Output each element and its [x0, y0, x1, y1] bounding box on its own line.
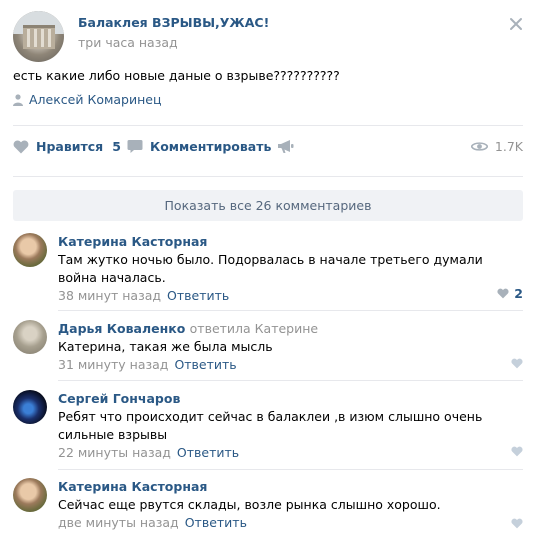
comment-text: Катерина, такая же была мысль: [58, 339, 273, 354]
comment-author[interactable]: Дарья Коваленко ответила Катерине: [58, 320, 523, 338]
views-counter: 1.7K: [470, 139, 523, 154]
like-label: Нравится: [36, 139, 104, 154]
divider: [13, 125, 523, 126]
post-header: Балаклея ВЗРЫВЫ,УЖАС! три часа назад: [13, 11, 523, 62]
comment-time[interactable]: 31 минуту назад: [58, 357, 168, 372]
comment-text: Сейчас еще рвутся склады, возле рынка сл…: [58, 497, 441, 512]
comment-time[interactable]: 22 минуты назад: [58, 445, 171, 460]
heart-icon: [497, 288, 509, 299]
comment-meta: две минуты назад Ответить: [58, 514, 523, 532]
like-button[interactable]: Нравится 5: [13, 139, 121, 154]
comment-label: Комментировать: [150, 139, 272, 154]
comment-like-button[interactable]: [511, 446, 523, 457]
comment-meta: 38 минут назад Ответить: [58, 287, 523, 305]
divider: [58, 380, 523, 381]
avatar[interactable]: [13, 320, 47, 354]
comment-button[interactable]: Комментировать: [127, 139, 271, 154]
comment-meta: 22 минуты назад Ответить: [58, 444, 523, 462]
comment-author[interactable]: Катерина Касторная: [58, 233, 523, 251]
group-name-link[interactable]: Балаклея ВЗРЫВЫ,УЖАС!: [78, 15, 269, 30]
comment-item: Катерина Касторная Там жутко ночью было.…: [13, 233, 523, 303]
avatar[interactable]: [13, 478, 47, 512]
comment-text: Там жутко ночью было. Подорвалась в нача…: [58, 252, 483, 285]
person-icon: [13, 93, 23, 106]
comment-item: Катерина Касторная Сейчас еще рвутся скл…: [13, 478, 523, 533]
show-all-comments-button[interactable]: Показать все 26 комментариев: [13, 190, 523, 221]
avatar[interactable]: [13, 390, 47, 424]
post-actions: Нравится 5 Комментировать 1.7K: [13, 139, 523, 161]
heart-icon: [511, 358, 523, 369]
reply-to-label: ответила Катерине: [189, 321, 319, 336]
avatar[interactable]: [13, 233, 47, 267]
post-signer[interactable]: Алексей Комаринец: [13, 92, 161, 107]
post-time[interactable]: три часа назад: [78, 35, 178, 50]
comment-icon: [127, 140, 143, 153]
heart-icon: [511, 446, 523, 457]
share-button[interactable]: [277, 139, 294, 154]
reply-button[interactable]: Ответить: [167, 288, 229, 303]
comment-meta: 31 минуту назад Ответить: [58, 356, 523, 374]
comment-like-count: 2: [514, 286, 523, 301]
divider: [13, 176, 523, 177]
comment-item: Сергей Гончаров Ребят что происходит сей…: [13, 390, 523, 462]
post-text: есть какие либо новые даные о взрыве????…: [13, 68, 340, 83]
heart-icon: [511, 518, 523, 529]
signer-name: Алексей Комаринец: [29, 92, 162, 107]
comment-author[interactable]: Сергей Гончаров: [58, 390, 523, 408]
comment-like-button[interactable]: [511, 358, 523, 369]
megaphone-icon: [278, 140, 294, 153]
comment-author[interactable]: Катерина Касторная: [58, 478, 523, 496]
comment-text: Ребят что происходит сейчас в балаклеи ,…: [58, 409, 483, 442]
comment-like-button[interactable]: [511, 518, 523, 529]
reply-button[interactable]: Ответить: [185, 515, 247, 530]
comment-item: Дарья Коваленко ответила Катерине Катери…: [13, 320, 523, 372]
comment-like-button[interactable]: 2: [497, 286, 523, 301]
eye-icon: [470, 142, 488, 151]
comment-time[interactable]: 38 минут назад: [58, 288, 161, 303]
reply-button[interactable]: Ответить: [174, 357, 236, 372]
more-options-icon[interactable]: [509, 17, 523, 31]
views-count: 1.7K: [494, 139, 523, 154]
divider: [58, 469, 523, 470]
group-avatar[interactable]: [13, 11, 64, 62]
heart-icon: [13, 139, 29, 153]
divider: [58, 310, 523, 311]
like-count: 5: [112, 139, 121, 154]
comment-time[interactable]: две минуты назад: [58, 515, 179, 530]
reply-button[interactable]: Ответить: [177, 445, 239, 460]
